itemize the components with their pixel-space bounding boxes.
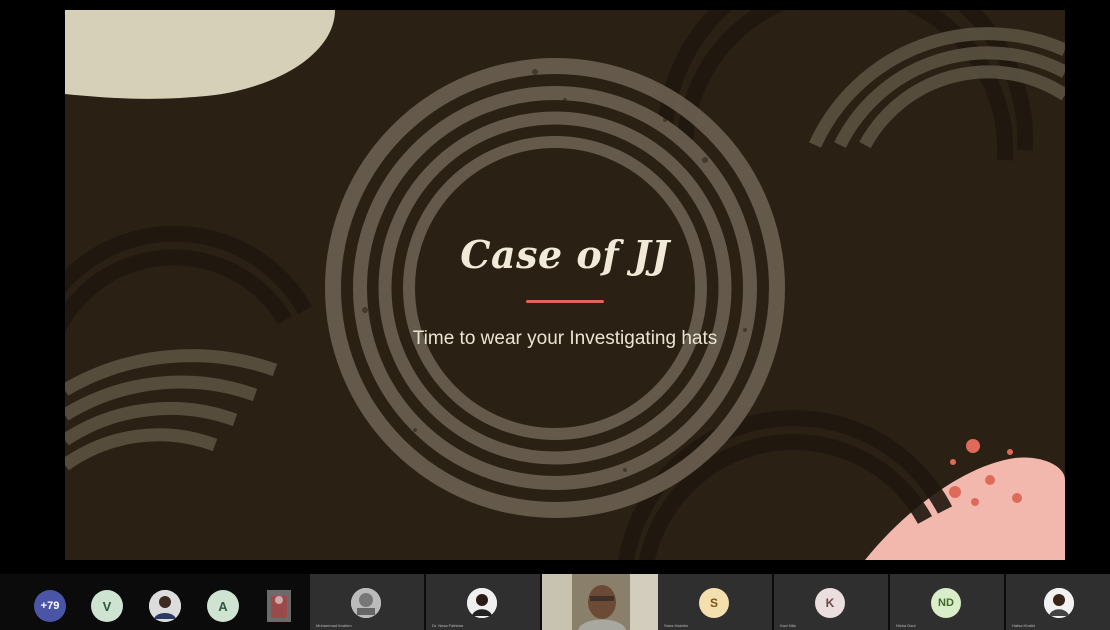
more-participants-count: +79 bbox=[40, 600, 60, 612]
avatar-initial: V bbox=[102, 598, 112, 614]
participant-avatar: S bbox=[699, 588, 729, 618]
participant-avatar: K bbox=[815, 588, 845, 618]
participant-tile[interactable]: Dr. Nesa Fathima bbox=[426, 574, 540, 630]
slide-subtitle: Time to wear your Investigating hats bbox=[412, 328, 718, 349]
user-photo-icon bbox=[467, 588, 497, 618]
participant-avatar[interactable] bbox=[149, 590, 181, 622]
participant-tile[interactable]: ND Nisha Dani bbox=[890, 574, 1004, 630]
participant-tile[interactable]: Muhammad Ibrahim bbox=[310, 574, 424, 630]
avatar-initial: A bbox=[218, 598, 228, 614]
slide-decoration bbox=[65, 10, 1065, 560]
participant-avatar[interactable]: V bbox=[91, 590, 123, 622]
participant-name: Kavi Nila bbox=[780, 623, 796, 628]
avatar-initial: ND bbox=[938, 597, 954, 609]
user-photo-icon bbox=[1044, 588, 1074, 618]
participant-strip: +79 V A Muhammad Ibrahim Dr. Nesa Fathim… bbox=[0, 574, 1110, 630]
user-photo-icon bbox=[267, 590, 291, 622]
user-photo-icon bbox=[351, 588, 381, 618]
participant-name: Sana Hashim bbox=[664, 623, 689, 628]
participant-name: Hafsa Khalid bbox=[1012, 623, 1035, 628]
avatar-initial: S bbox=[709, 596, 718, 610]
presentation-slide: Case of JJ Time to wear your Investigati… bbox=[65, 10, 1065, 560]
video-feed-icon bbox=[542, 574, 658, 630]
participant-name: Nisha Dani bbox=[896, 623, 916, 628]
participant-tile[interactable]: Hafsa Khalid bbox=[1006, 574, 1110, 630]
participant-name: Dr. Nesa Fathima bbox=[432, 623, 464, 628]
participant-avatar[interactable]: A bbox=[207, 590, 239, 622]
avatar-initial: K bbox=[825, 596, 835, 610]
participant-avatar: ND bbox=[931, 588, 961, 618]
video-feed-tile[interactable] bbox=[542, 574, 658, 630]
participant-avatar[interactable] bbox=[267, 590, 291, 622]
user-photo-icon bbox=[149, 590, 181, 622]
slide-title: Case of JJ bbox=[460, 232, 670, 277]
participant-tile[interactable]: S Sana Hashim bbox=[658, 574, 772, 630]
more-participants-button[interactable]: +79 bbox=[34, 590, 66, 622]
participant-tile[interactable]: K Kavi Nila bbox=[774, 574, 888, 630]
participant-name: Muhammad Ibrahim bbox=[316, 623, 352, 628]
title-underline bbox=[526, 300, 604, 303]
